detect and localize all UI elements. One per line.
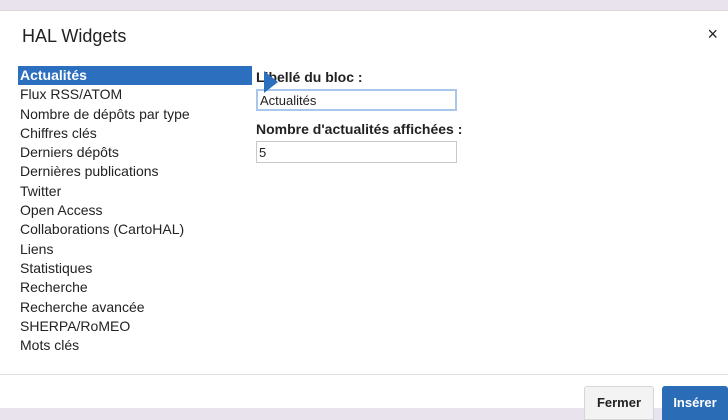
news-count-label: Nombre d'actualités affichées : [256, 121, 463, 137]
modal-title: HAL Widgets [22, 26, 127, 46]
modal-footer: Fermer Insérer [0, 374, 728, 420]
widget-list-item[interactable]: Recherche avancée [20, 298, 252, 317]
widget-list-item[interactable]: Chiffres clés [20, 124, 252, 143]
widget-list-item[interactable]: Flux RSS/ATOM [20, 85, 252, 104]
widget-list-item[interactable]: Dernières publications [20, 162, 252, 181]
pointer-arrow-icon [264, 71, 278, 93]
widget-list-item[interactable]: Actualités [18, 66, 252, 86]
widget-list-item[interactable]: Statistiques [20, 259, 252, 278]
widget-list-item[interactable]: Collaborations (CartoHAL) [20, 220, 252, 239]
close-button[interactable]: Fermer [584, 386, 654, 420]
widget-list-item[interactable]: Derniers dépôts [20, 143, 252, 162]
widget-list: Actualités Flux RSS/ATOM Nombre de dépôts … [18, 66, 252, 355]
modal-header: HAL Widgets × [0, 11, 728, 61]
close-icon[interactable]: × [707, 25, 718, 43]
widget-list-item[interactable]: Mots clés [20, 336, 252, 355]
widgets-modal: HAL Widgets × Actualités Flux RSS/ATOM Nom… [0, 10, 728, 420]
news-count-input[interactable] [256, 141, 457, 163]
widget-list-item[interactable]: Twitter [20, 182, 252, 201]
widget-list-item[interactable]: Recherche [20, 278, 252, 297]
widget-form: Libellé du bloc : Nombre d'actualités af… [256, 68, 476, 163]
widget-list-item[interactable]: Open Access [20, 201, 252, 220]
insert-button[interactable]: Insérer [662, 386, 728, 420]
block-label-input[interactable] [256, 89, 457, 111]
widget-list-item[interactable]: Nombre de dépôts par type [20, 105, 252, 124]
widget-list-item[interactable]: Liens [20, 240, 252, 259]
widget-list-item[interactable]: SHERPA/RoMEO [20, 317, 252, 336]
block-label-label: Libellé du bloc : [256, 69, 363, 85]
